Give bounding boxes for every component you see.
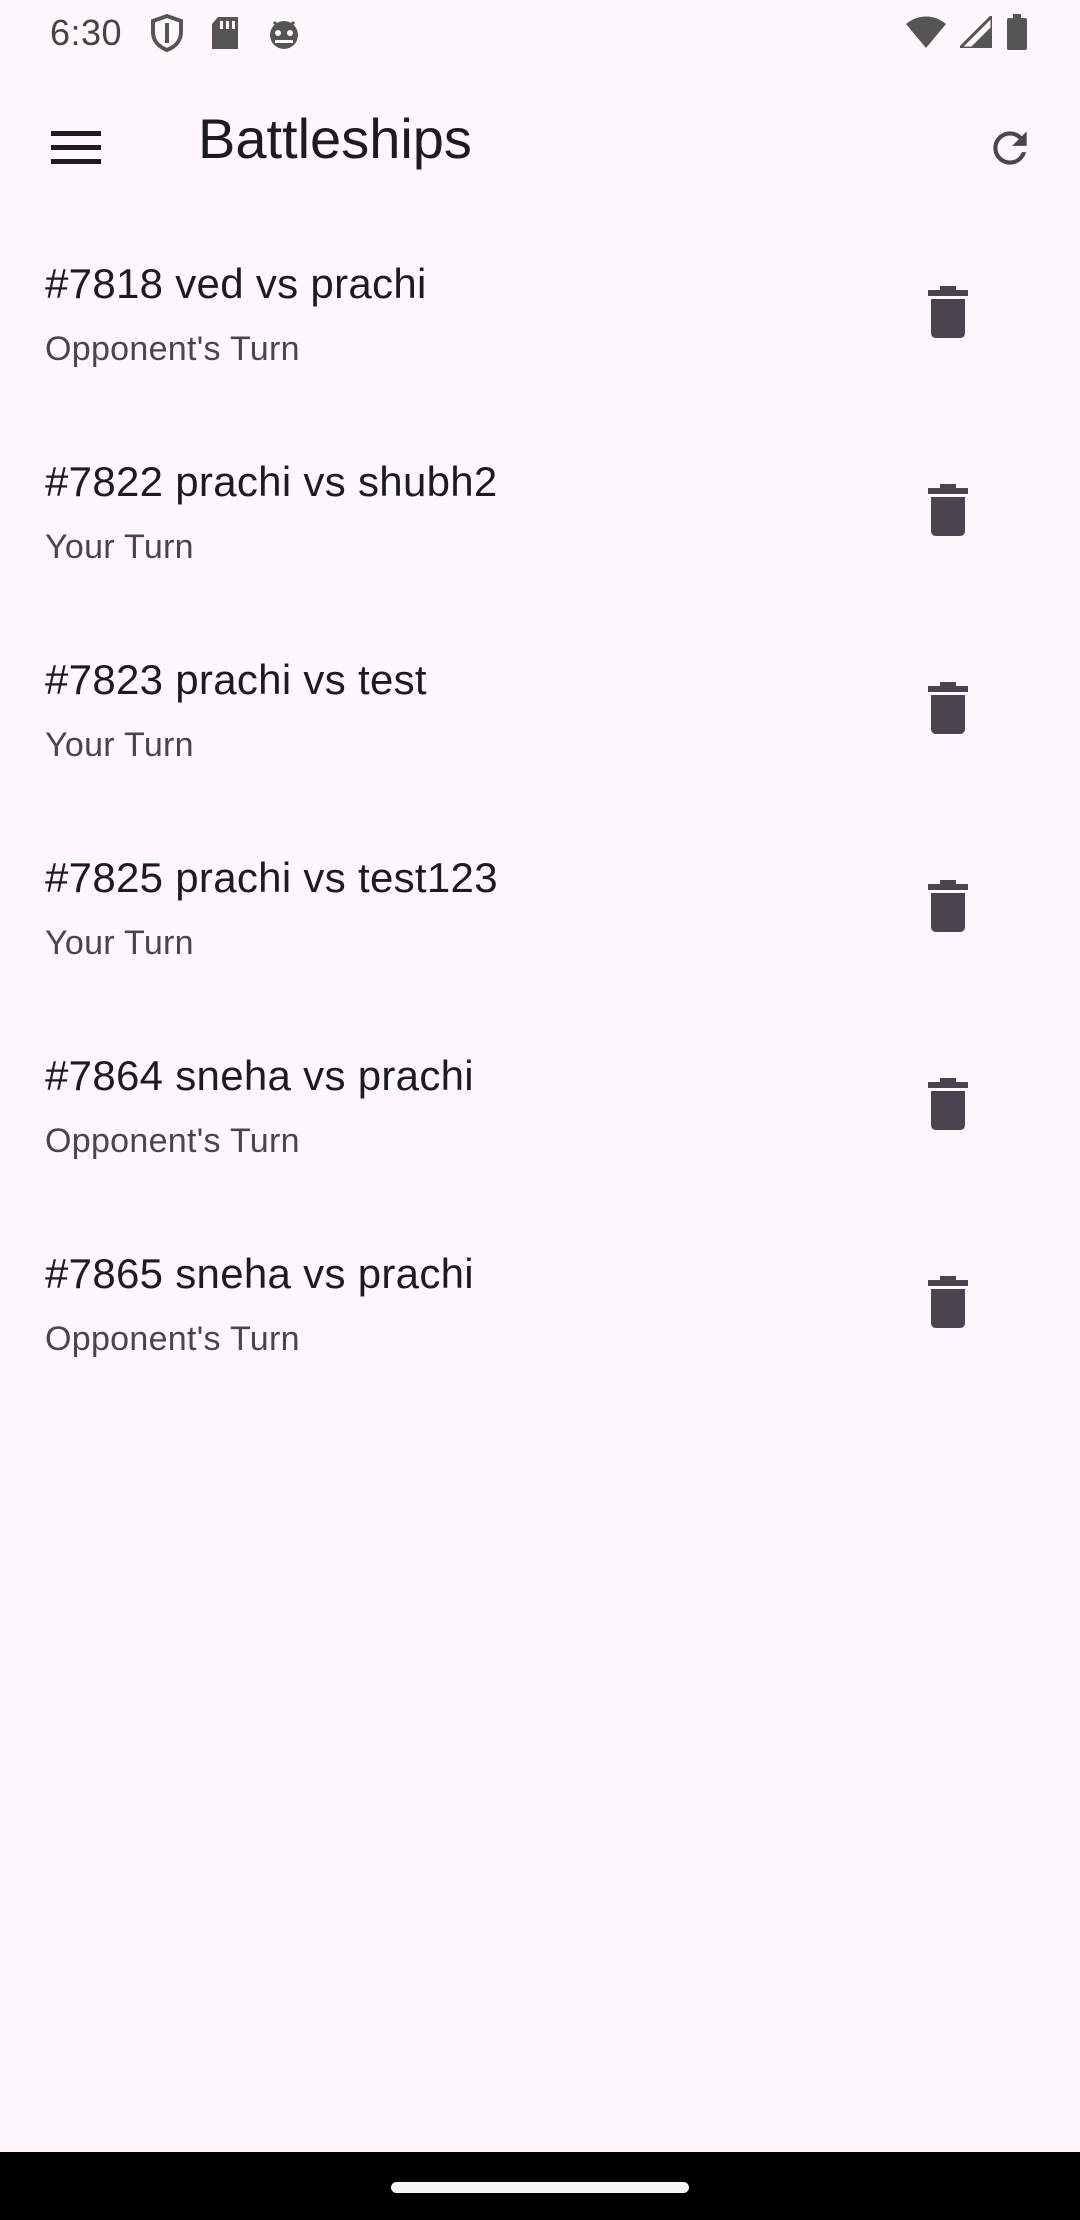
game-status: Opponent's Turn [45, 1320, 300, 1358]
game-title: #7864 sneha vs prachi [45, 1052, 474, 1099]
delete-button[interactable] [906, 470, 990, 554]
game-status: Your Turn [45, 528, 194, 566]
refresh-icon [985, 123, 1035, 178]
game-list-item[interactable]: #7825 prachi vs test123 Your Turn [0, 814, 1080, 1012]
delete-button[interactable] [906, 272, 990, 356]
game-list-item[interactable]: #7823 prachi vs test Your Turn [0, 616, 1080, 814]
status-time: 6:30 [50, 12, 123, 53]
screen: 6:30 Battleships #7818 ved vs prachi Opp… [0, 0, 1080, 2220]
game-list: #7818 ved vs prachi Opponent's Turn #782… [0, 220, 1080, 1408]
game-title: #7825 prachi vs test123 [45, 854, 498, 901]
game-status: Opponent's Turn [45, 330, 300, 368]
delete-button[interactable] [906, 668, 990, 752]
status-bar: 6:30 [0, 0, 1080, 66]
home-gesture-handle[interactable] [391, 2182, 689, 2193]
menu-icon [49, 129, 103, 172]
sd-card-icon [210, 16, 240, 55]
trash-icon [926, 879, 970, 937]
game-list-item[interactable]: #7822 prachi vs shubh2 Your Turn [0, 418, 1080, 616]
shield-icon [150, 13, 184, 57]
android-debug-icon [266, 16, 302, 55]
game-list-item[interactable]: #7818 ved vs prachi Opponent's Turn [0, 220, 1080, 418]
game-title: #7818 ved vs prachi [45, 260, 427, 307]
delete-button[interactable] [906, 1064, 990, 1148]
app-bar: Battleships [0, 66, 1080, 216]
page-title: Battleships [198, 107, 472, 170]
menu-button[interactable] [34, 108, 118, 192]
trash-icon [926, 681, 970, 739]
cell-signal-icon [956, 12, 994, 53]
game-status: Opponent's Turn [45, 1122, 300, 1160]
game-title: #7822 prachi vs shubh2 [45, 458, 498, 505]
status-icons-right [906, 12, 1028, 55]
trash-icon [926, 285, 970, 343]
trash-icon [926, 1077, 970, 1135]
delete-button[interactable] [906, 866, 990, 950]
refresh-button[interactable] [968, 108, 1052, 192]
game-list-item[interactable]: #7865 sneha vs prachi Opponent's Turn [0, 1210, 1080, 1408]
wifi-icon [906, 16, 946, 53]
game-title: #7823 prachi vs test [45, 656, 427, 703]
delete-button[interactable] [906, 1262, 990, 1346]
battery-icon [1006, 14, 1028, 55]
status-icons-left [150, 13, 302, 57]
game-status: Your Turn [45, 726, 194, 764]
trash-icon [926, 483, 970, 541]
game-list-item[interactable]: #7864 sneha vs prachi Opponent's Turn [0, 1012, 1080, 1210]
game-status: Your Turn [45, 924, 194, 962]
system-nav-bar [0, 2152, 1080, 2220]
trash-icon [926, 1275, 970, 1333]
game-title: #7865 sneha vs prachi [45, 1250, 474, 1297]
